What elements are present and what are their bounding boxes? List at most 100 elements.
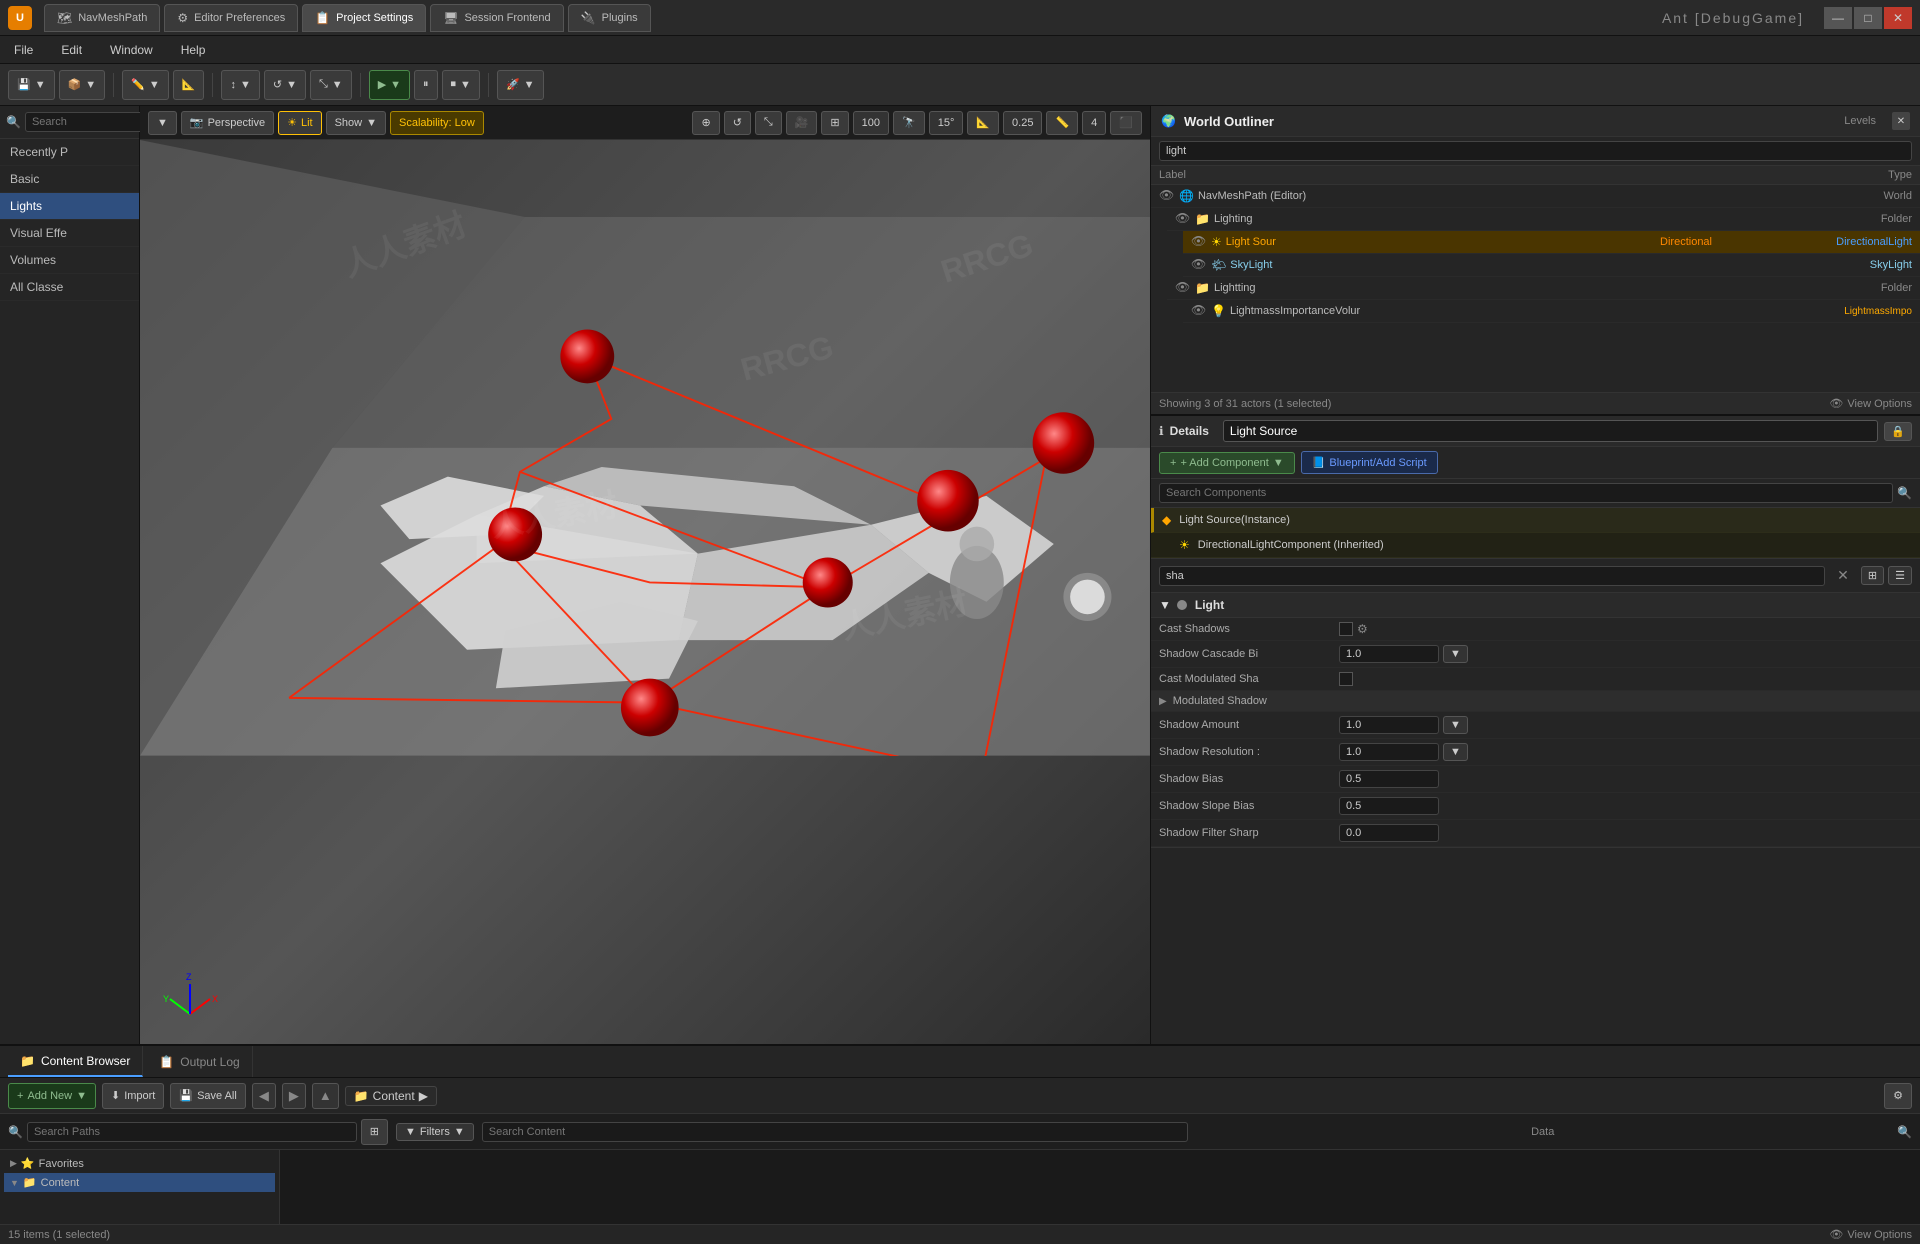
cb-view-options[interactable]: 👁 View Options xyxy=(1829,1228,1912,1241)
cb-right-content[interactable] xyxy=(280,1150,1920,1224)
details-lock-btn[interactable]: 🔒 xyxy=(1884,422,1912,441)
maximize-button[interactable]: □ xyxy=(1854,7,1882,29)
viewport-dropdown-btn[interactable]: ▼ xyxy=(148,111,177,135)
details-list-btn[interactable]: ☰ xyxy=(1888,566,1912,585)
outliner-search-input[interactable] xyxy=(1159,141,1912,161)
blueprint-btn[interactable]: 📘 Blueprint/Add Script xyxy=(1301,451,1438,474)
component-light-source-instance[interactable]: ◆ Light Source(Instance) xyxy=(1151,508,1920,533)
search-components-input[interactable] xyxy=(1159,483,1893,503)
perspective-btn[interactable]: 📷 Perspective xyxy=(181,111,274,135)
menu-file[interactable]: File xyxy=(8,41,39,59)
light-section-header[interactable]: ▼ Light xyxy=(1151,593,1920,618)
cb-filters-btn[interactable]: ▼ Filters ▼ xyxy=(396,1123,474,1141)
view-options-icon: 👁 xyxy=(1829,1228,1843,1241)
outliner-item-lighting[interactable]: 👁 📁 Lighting Folder xyxy=(1167,208,1920,231)
outliner-item-light-source[interactable]: 👁 ☀ Light Sour Directional DirectionalLi… xyxy=(1183,231,1920,254)
minimize-button[interactable]: — xyxy=(1824,7,1852,29)
translate-snap-btn[interactable]: ⊕ xyxy=(692,111,719,135)
close-button[interactable]: ✕ xyxy=(1884,7,1912,29)
add-component-btn[interactable]: + + Add Component ▼ xyxy=(1159,452,1295,474)
camera-speed-btn[interactable]: 🎥 xyxy=(786,111,818,135)
outliner-item-navmesh[interactable]: 👁 🌐 NavMeshPath (Editor) World xyxy=(1151,185,1920,208)
details-search-input[interactable] xyxy=(1159,566,1825,586)
menu-help[interactable]: Help xyxy=(175,41,212,59)
sidebar-item-recently[interactable]: Recently P xyxy=(0,139,139,166)
tab-project-settings[interactable]: 📋 Project Settings xyxy=(302,4,426,32)
viewport-canvas[interactable]: 人人素材 RRCG 人人素材 RRCG 人人素材 X Y Z xyxy=(140,140,1150,1044)
modes-btn[interactable]: ✏️ ▼ xyxy=(122,70,169,100)
outliner-item-lightting[interactable]: 👁 📁 Lightting Folder xyxy=(1167,277,1920,300)
lighting-label: Lighting xyxy=(1214,213,1712,225)
cb-filter-icon-btn[interactable]: ⊞ xyxy=(361,1119,388,1145)
tab-content-browser[interactable]: 📁 Content Browser xyxy=(8,1046,143,1077)
play-icon: ▶ xyxy=(378,78,386,91)
angle-btn[interactable]: 📐 xyxy=(967,111,999,135)
scale-snap-btn[interactable]: ⤡ xyxy=(755,111,782,135)
cast-modulated-checkbox[interactable] xyxy=(1339,672,1353,686)
cb-settings-btn[interactable]: ⚙ xyxy=(1884,1083,1912,1109)
transform-btn[interactable]: ↕ ▼ xyxy=(221,70,259,100)
search-paths-input[interactable] xyxy=(27,1122,357,1142)
tree-favorites[interactable]: ▶ ⭐ Favorites xyxy=(4,1154,275,1173)
cb-forward-btn[interactable]: ▶ xyxy=(282,1083,306,1109)
shadow-bias-input[interactable] xyxy=(1339,770,1439,788)
shadow-cascade-input[interactable] xyxy=(1339,645,1439,663)
scale-type-btn[interactable]: 📏 xyxy=(1046,111,1078,135)
grid-btn[interactable]: ⊞ xyxy=(821,111,848,135)
outliner-item-lightmass[interactable]: 👁 💡 LightmassImportanceVolur LightmassIm… xyxy=(1183,300,1920,323)
col-label: Label xyxy=(1159,169,1712,181)
component-directional-light[interactable]: ☀ DirectionalLightComponent (Inherited) xyxy=(1151,533,1920,558)
search-content-input[interactable] xyxy=(482,1122,1189,1142)
content-drawer-btn[interactable]: 📦 ▼ xyxy=(59,70,106,100)
shadow-filter-input[interactable] xyxy=(1339,824,1439,842)
scale-btn[interactable]: ⤡ ▼ xyxy=(310,70,352,100)
stop-btn[interactable]: ⏹ ▼ xyxy=(442,70,480,100)
sidebar-item-volumes[interactable]: Volumes xyxy=(0,247,139,274)
levels-tab[interactable]: Levels xyxy=(1844,115,1876,127)
cb-add-new-btn[interactable]: + Add New ▼ xyxy=(8,1083,96,1109)
instance-name-input[interactable] xyxy=(1223,420,1878,442)
launch-btn[interactable]: 🚀 ▼ xyxy=(497,70,544,100)
details-grid-btn[interactable]: ⊞ xyxy=(1861,566,1884,585)
show-btn[interactable]: Show ▼ xyxy=(326,111,386,135)
play-btn[interactable]: ▶ ▼ xyxy=(369,70,410,100)
tab-output-log[interactable]: 📋 Output Log xyxy=(147,1046,252,1077)
add-component-label: + Add Component xyxy=(1180,457,1268,469)
lit-btn[interactable]: ☀ Lit xyxy=(278,111,322,135)
menu-window[interactable]: Window xyxy=(104,41,159,59)
rotate-snap-btn[interactable]: ↺ xyxy=(724,111,751,135)
tab-plugins[interactable]: 🔌 Plugins xyxy=(568,4,651,32)
sidebar-item-lights[interactable]: Lights xyxy=(0,193,139,220)
cb-save-all-btn[interactable]: 💾 Save All xyxy=(170,1083,245,1109)
tab-session-frontend[interactable]: 🖥 Session Frontend xyxy=(430,4,563,32)
shadow-resolution-dropdown[interactable]: ▼ xyxy=(1443,743,1468,761)
tab-navmeshpath[interactable]: 🗺 NavMeshPath xyxy=(44,4,160,32)
shadow-resolution-input[interactable] xyxy=(1339,743,1439,761)
cb-back-btn[interactable]: ◀ xyxy=(252,1083,276,1109)
scalability-btn[interactable]: Scalability: Low xyxy=(390,111,484,135)
tab-editor-preferences[interactable]: ⚙ Editor Preferences xyxy=(164,4,298,32)
place-btn[interactable]: 📐 xyxy=(173,70,205,100)
rotate-btn[interactable]: ↺ ▼ xyxy=(264,70,306,100)
shadow-amount-input[interactable] xyxy=(1339,716,1439,734)
sidebar-item-visual[interactable]: Visual Effe xyxy=(0,220,139,247)
fov-btn[interactable]: 🔭 xyxy=(893,111,925,135)
viewport-area[interactable]: ▼ 📷 Perspective ☀ Lit Show ▼ Scalability… xyxy=(140,106,1150,1044)
maximize-viewport-btn[interactable]: ⬛ xyxy=(1110,111,1142,135)
outliner-view-options[interactable]: 👁 View Options xyxy=(1829,397,1912,410)
cb-up-btn[interactable]: ▲ xyxy=(312,1083,339,1109)
details-clear-btn[interactable]: ✕ xyxy=(1829,563,1857,588)
shadow-amount-dropdown[interactable]: ▼ xyxy=(1443,716,1468,734)
outliner-item-skylight[interactable]: 👁 🌤 SkyLight SkyLight xyxy=(1183,254,1920,277)
shadow-slope-input[interactable] xyxy=(1339,797,1439,815)
tree-content[interactable]: ▼ 📁 Content xyxy=(4,1173,275,1192)
shadow-cascade-dropdown[interactable]: ▼ xyxy=(1443,645,1468,663)
sidebar-item-basic[interactable]: Basic xyxy=(0,166,139,193)
cast-shadows-checkbox[interactable] xyxy=(1339,622,1353,636)
save-current-btn[interactable]: 💾 ▼ xyxy=(8,70,55,100)
sidebar-item-all[interactable]: All Classe xyxy=(0,274,139,301)
menu-edit[interactable]: Edit xyxy=(55,41,88,59)
simulate-btn[interactable]: ⏸ xyxy=(414,70,438,100)
outliner-close-btn[interactable]: ✕ xyxy=(1892,112,1910,130)
cb-import-btn[interactable]: ⬇ Import xyxy=(102,1083,164,1109)
